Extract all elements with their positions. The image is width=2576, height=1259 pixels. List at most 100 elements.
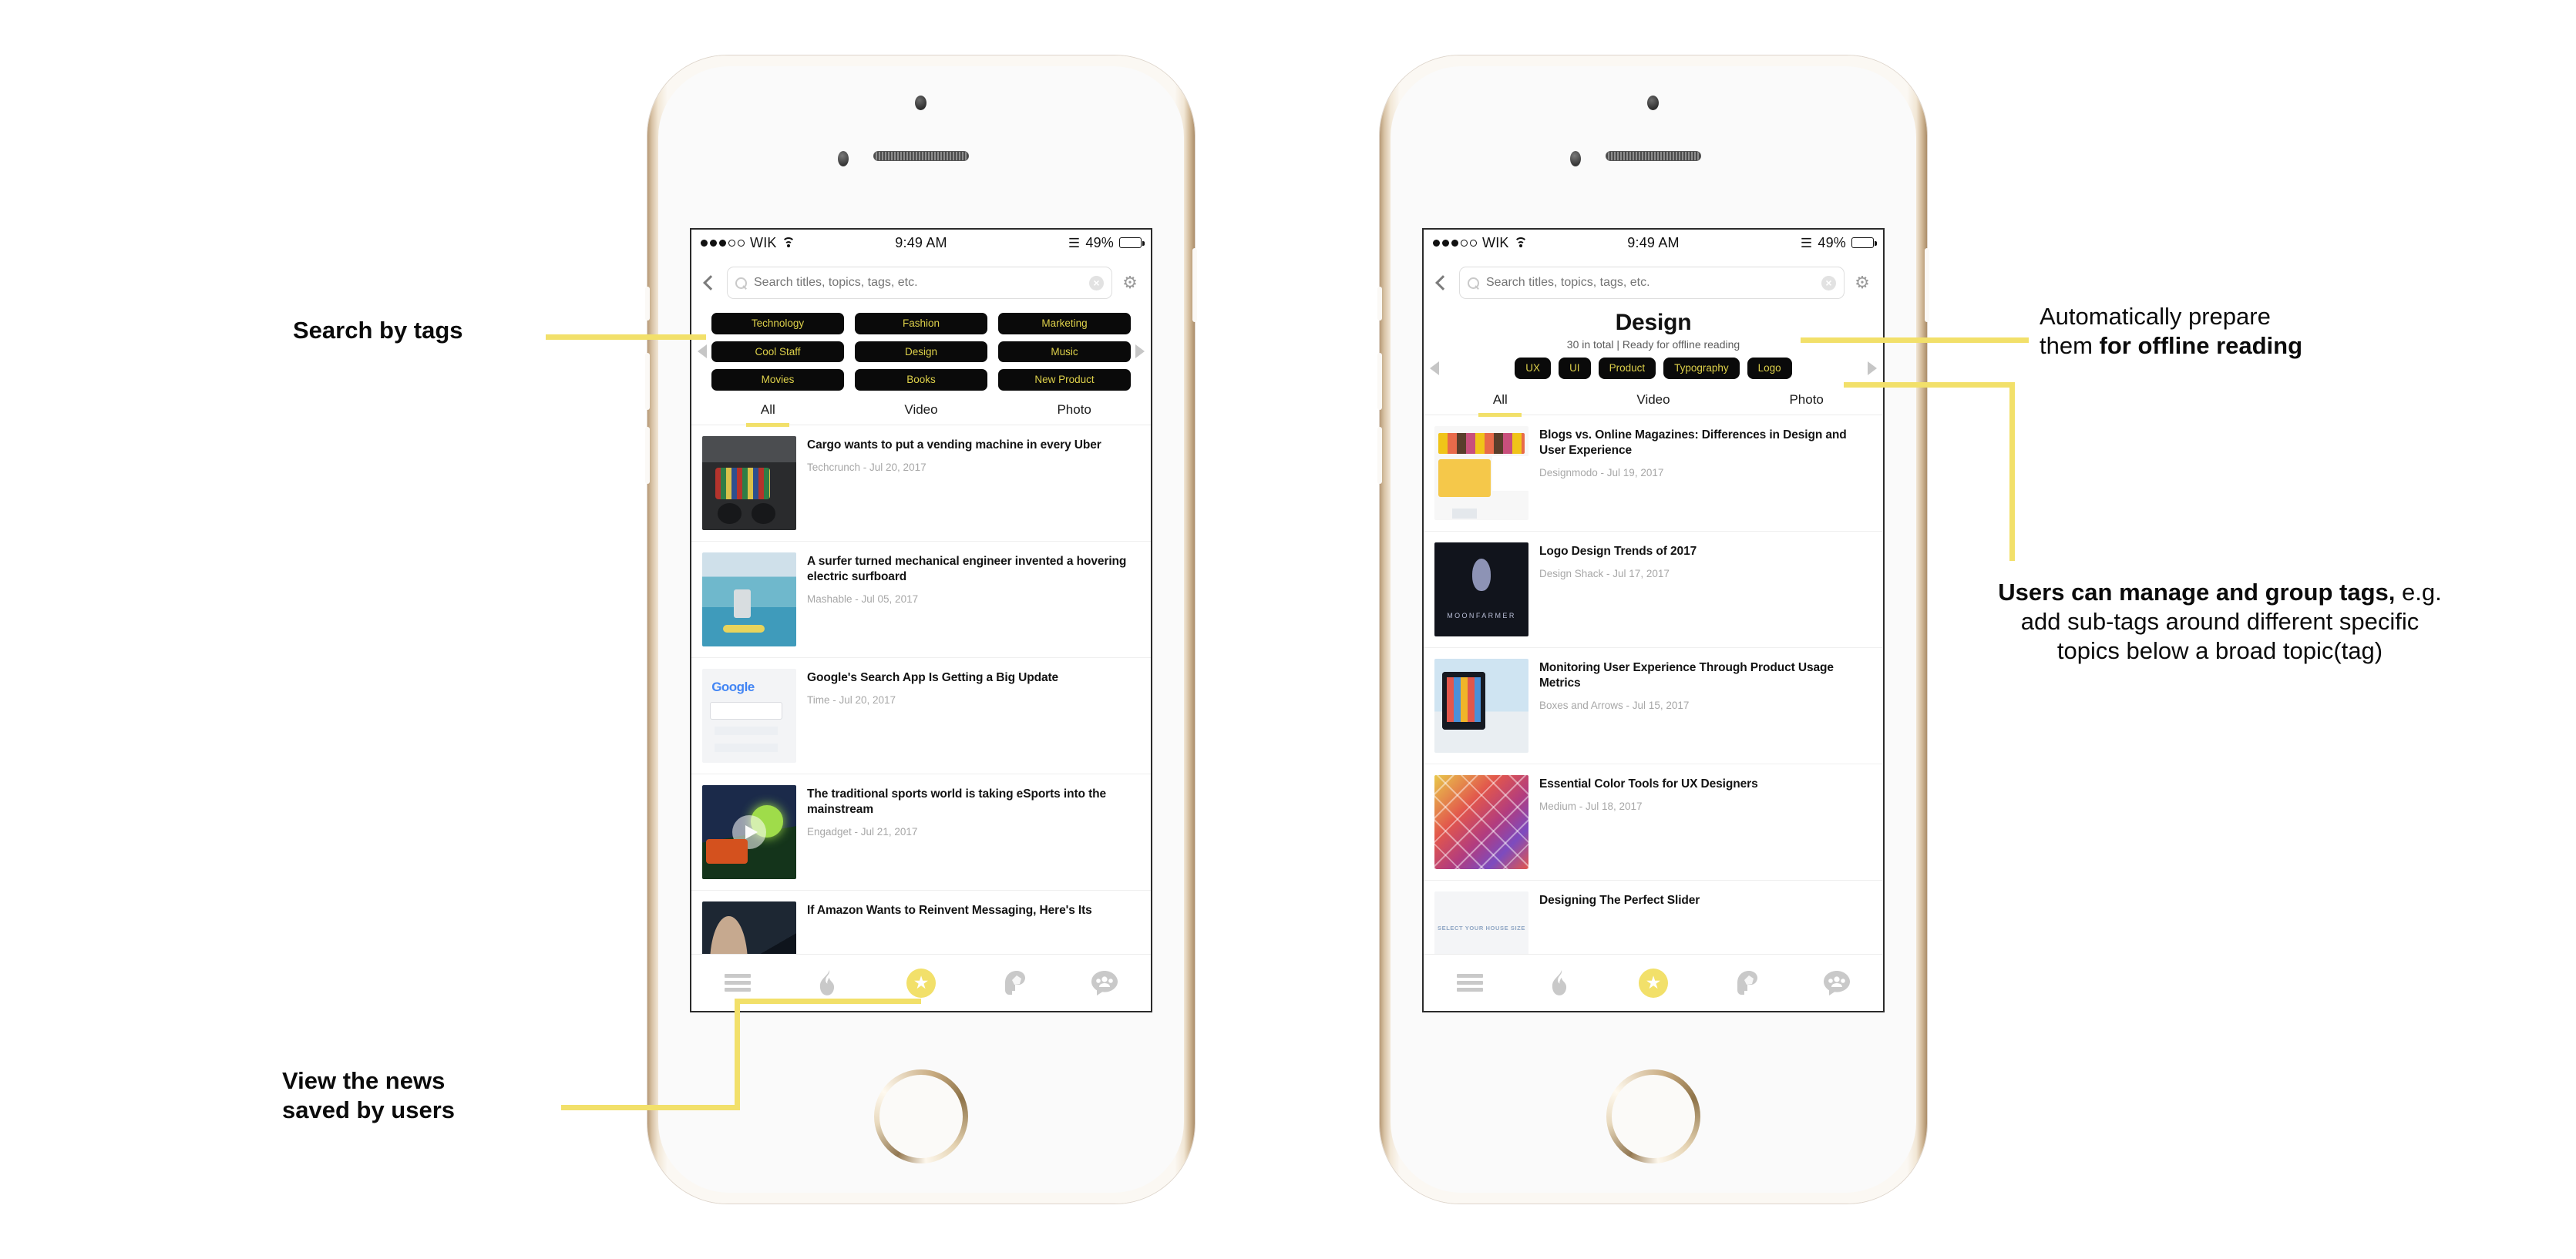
- people-chat-icon: [1823, 970, 1851, 996]
- tag-pill[interactable]: Movies: [711, 369, 844, 391]
- silent-switch[interactable]: [1377, 287, 1382, 321]
- article-list-item[interactable]: Logo Design Trends of 2017 Design Shack …: [1424, 532, 1883, 648]
- volume-down-button[interactable]: [645, 427, 650, 484]
- nav-community-button[interactable]: [1791, 970, 1883, 996]
- nav-menu-button[interactable]: [691, 973, 783, 993]
- arrow-left-icon[interactable]: [1430, 361, 1439, 375]
- tag-grid: Technology Fashion Marketing Cool Staff …: [711, 313, 1131, 391]
- article-list-item[interactable]: The traditional sports world is taking e…: [691, 774, 1151, 891]
- poster-canvas: WIK 9:49 AM ☰​ 49% × ⚙: [0, 0, 2576, 1259]
- power-button[interactable]: [1925, 248, 1929, 322]
- article-list: Blogs vs. Online Magazines: Differences …: [1424, 415, 1883, 997]
- subtag-carousel: UX UI Product Typography Logo: [1424, 351, 1883, 385]
- tag-pill[interactable]: Technology: [711, 313, 844, 334]
- leader-line-manage-v: [2009, 382, 2015, 561]
- article-meta: Engadget - Jul 21, 2017: [807, 826, 918, 838]
- clear-circle-icon[interactable]: ×: [1089, 275, 1104, 290]
- battery-icon: [1119, 237, 1145, 248]
- search-input-wrapper[interactable]: ×: [727, 267, 1112, 299]
- left-phone-screen: WIK 9:49 AM ☰​ 49% × ⚙: [690, 228, 1152, 1012]
- article-list-item[interactable]: A surfer turned mechanical engineer inve…: [691, 542, 1151, 658]
- tag-pill[interactable]: New Product: [998, 369, 1131, 391]
- subtag-pill[interactable]: Logo: [1747, 358, 1792, 379]
- tag-pill[interactable]: Books: [855, 369, 987, 391]
- article-thumbnail: [702, 668, 796, 763]
- article-title: Designing The Perfect Slider: [1539, 893, 1700, 907]
- brain-head-icon: [1000, 970, 1026, 996]
- back-chevron-icon[interactable]: [1435, 275, 1451, 290]
- article-list-item[interactable]: Blogs vs. Online Magazines: Differences …: [1424, 415, 1883, 532]
- subtag-pill[interactable]: Typography: [1663, 358, 1740, 379]
- article-title: The traditional sports world is taking e…: [807, 787, 1107, 816]
- article-list-item[interactable]: Cargo wants to put a vending machine in …: [691, 425, 1151, 542]
- tab-all[interactable]: All: [1424, 387, 1577, 417]
- silent-switch[interactable]: [645, 287, 650, 321]
- annotation-offline-reading: Automatically prepare them for offline r…: [2040, 302, 2471, 361]
- annotation-offline-line2: them for offline reading: [2040, 331, 2471, 361]
- article-meta: Designmodo - Jul 19, 2017: [1539, 467, 1664, 479]
- article-title: Google's Search App Is Getting a Big Upd…: [807, 670, 1059, 684]
- volume-down-button[interactable]: [1377, 427, 1382, 484]
- arrow-right-icon[interactable]: [1135, 344, 1145, 359]
- nav-trending-button[interactable]: [1515, 969, 1607, 996]
- status-bar: WIK 9:49 AM ☰​ 49%: [1424, 230, 1883, 256]
- volume-up-button[interactable]: [645, 353, 650, 410]
- tab-photo[interactable]: Photo: [1730, 387, 1883, 415]
- search-input-wrapper[interactable]: ×: [1459, 267, 1845, 299]
- carrier-label: WIK: [1482, 234, 1509, 250]
- proximity-sensor-icon: [838, 151, 849, 166]
- subtag-pill[interactable]: UX: [1515, 358, 1552, 379]
- battery-percent-label: 49%: [1085, 234, 1115, 250]
- article-meta: Time - Jul 20, 2017: [807, 694, 896, 706]
- article-list-item[interactable]: Monitoring User Experience Through Produ…: [1424, 648, 1883, 764]
- hamburger-menu-icon: [1456, 973, 1483, 993]
- tag-carousel: Technology Fashion Marketing Cool Staff …: [691, 307, 1151, 395]
- tab-video[interactable]: Video: [1577, 387, 1730, 415]
- nav-saved-button[interactable]: ★: [1607, 968, 1699, 998]
- tag-pill[interactable]: Cool Staff: [711, 341, 844, 363]
- left-phone-mockup: WIK 9:49 AM ☰​ 49% × ⚙: [645, 55, 1197, 1204]
- search-row: × ⚙: [691, 256, 1151, 307]
- tag-pill[interactable]: Fashion: [855, 313, 987, 334]
- clear-circle-icon[interactable]: ×: [1821, 275, 1836, 290]
- article-meta: Techcrunch - Jul 20, 2017: [807, 462, 926, 473]
- tab-photo[interactable]: Photo: [997, 397, 1151, 425]
- nav-menu-button[interactable]: [1424, 973, 1515, 993]
- nav-knowledge-button[interactable]: [1700, 970, 1791, 996]
- article-list-item[interactable]: Google's Search App Is Getting a Big Upd…: [691, 658, 1151, 774]
- star-saved-icon: ★: [906, 968, 936, 998]
- article-title: Monitoring User Experience Through Produ…: [1539, 660, 1834, 690]
- annotation-manage-bold: Users can manage and group tags,: [1998, 579, 2396, 606]
- nav-saved-button[interactable]: ★: [875, 968, 967, 998]
- home-button[interactable]: [874, 1069, 968, 1163]
- nav-trending-button[interactable]: [783, 969, 875, 996]
- article-list-item[interactable]: Essential Color Tools for UX Designers M…: [1424, 764, 1883, 881]
- search-input[interactable]: [1486, 276, 1814, 290]
- nav-knowledge-button[interactable]: [967, 970, 1059, 996]
- tab-all[interactable]: All: [691, 397, 845, 427]
- subtag-pill[interactable]: Product: [1598, 358, 1656, 379]
- volume-up-button[interactable]: [1377, 353, 1382, 410]
- search-icon: [735, 277, 747, 289]
- play-video-icon[interactable]: [732, 814, 766, 849]
- search-input[interactable]: [754, 276, 1082, 290]
- nav-community-button[interactable]: [1059, 970, 1151, 996]
- gear-icon[interactable]: ⚙: [1854, 274, 1871, 291]
- tab-video[interactable]: Video: [845, 397, 998, 425]
- bottom-navigation-bar: ★: [1424, 954, 1883, 1011]
- back-chevron-icon[interactable]: [703, 275, 718, 290]
- arrow-left-icon[interactable]: [698, 344, 707, 359]
- subtag-pill[interactable]: UI: [1559, 358, 1591, 379]
- clock-label: 9:49 AM: [895, 234, 947, 250]
- tag-pill[interactable]: Music: [998, 341, 1131, 363]
- gear-icon[interactable]: ⚙: [1122, 274, 1138, 291]
- home-button[interactable]: [1606, 1069, 1700, 1163]
- power-button[interactable]: [1192, 248, 1197, 322]
- leader-line-offline: [1801, 337, 2029, 343]
- tag-pill[interactable]: Design: [855, 341, 987, 363]
- arrow-right-icon[interactable]: [1868, 361, 1877, 375]
- article-title: Logo Design Trends of 2017: [1539, 544, 1697, 558]
- earpiece-speaker-icon: [873, 151, 969, 161]
- tag-pill[interactable]: Marketing: [998, 313, 1131, 334]
- article-thumbnail: [702, 552, 796, 646]
